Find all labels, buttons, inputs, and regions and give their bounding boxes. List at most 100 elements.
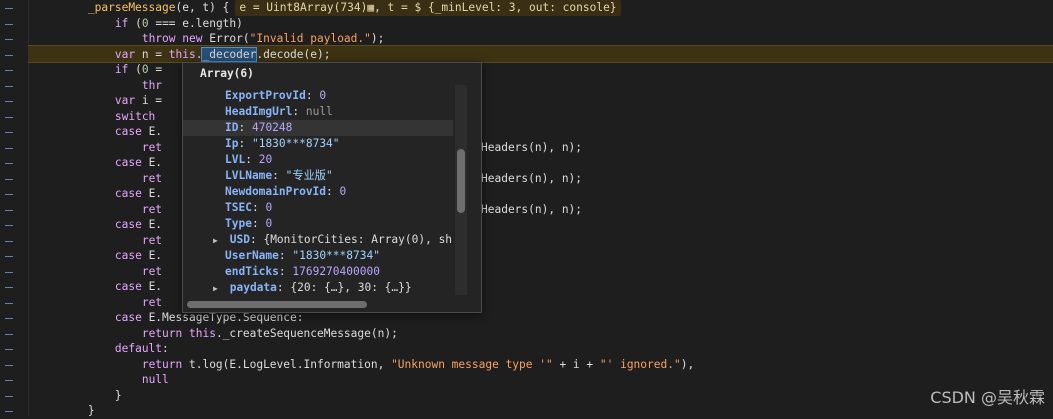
property-row[interactable]: NewdomainProvId: 0 [183, 184, 453, 200]
code-token: = [148, 63, 163, 76]
property-key: paydata [229, 281, 277, 294]
property-key: ID [225, 121, 239, 134]
code-token: i = [135, 94, 163, 107]
property-key: ExportProvId [225, 89, 306, 102]
property-value: 470248 [251, 121, 293, 134]
property-key: TSEC [225, 201, 252, 214]
property-value: 0 [265, 201, 273, 214]
code-token: this [168, 47, 196, 61]
popup-horizontal-scrollbar[interactable] [187, 301, 367, 308]
code-token: .decode(e); [256, 47, 331, 61]
code-line: case E. [115, 217, 162, 233]
inline-value-hint: e = Uint8Array(734)▦, t = $ {_minLevel: … [235, 0, 621, 16]
object-preview-popup[interactable]: Array(6) ExportProvId: 0 HeadImgUrl: null… [182, 62, 482, 313]
code-token: === e.length) [148, 16, 243, 30]
expand-triangle-icon[interactable]: ▶ [213, 233, 223, 249]
code-token: ret [141, 233, 163, 247]
property-row[interactable]: ID: 470248 [183, 120, 453, 136]
code-line: ret [142, 140, 162, 156]
code-line: throw new Error("Invalid payload."); [142, 31, 385, 47]
property-row[interactable]: LVL: 20 [183, 152, 453, 168]
code-line: _parseMessage(e, t) { e = Uint8Array(734)… [88, 0, 621, 16]
code-line: if (0 === e.length) [115, 16, 243, 32]
code-token: case [114, 280, 142, 293]
code-token: "Unknown message type '" [391, 357, 553, 371]
property-row[interactable]: HeadImgUrl: null [183, 104, 453, 120]
code-token: case [114, 187, 142, 200]
code-token: thr [141, 78, 163, 92]
property-row[interactable]: TSEC: 0 [183, 200, 453, 216]
code-token: if [114, 63, 129, 76]
code-token: "Invalid payload." [249, 32, 371, 45]
property-key: endTicks [225, 265, 279, 278]
code-line-tail: Headers(n), n); [481, 140, 583, 154]
code-token: return [141, 326, 183, 340]
property-row[interactable]: Ip: "1830***8734" [183, 136, 453, 152]
code-token: E. [141, 249, 163, 262]
code-token: 0 [141, 16, 149, 30]
code-token: (e, t) { [175, 1, 230, 14]
property-key: LVLName [225, 169, 273, 182]
property-row[interactable]: Type: 0 [183, 216, 453, 232]
code-token: ); [370, 32, 385, 45]
property-row[interactable]: ExportProvId: 0 [183, 88, 453, 104]
property-row[interactable]: LVLName: "专业版" [183, 168, 453, 184]
property-value: 1769270400000 [292, 265, 380, 278]
code-token: case [114, 311, 142, 324]
property-value: null [305, 105, 333, 118]
code-line-tail: Headers(n), n); [481, 171, 583, 185]
code-token: ), [680, 357, 695, 371]
code-token: + i + [552, 357, 600, 371]
code-line: thr [142, 78, 162, 94]
code-token: E. [141, 156, 163, 169]
code-line: var n = this._decoder.decode(e); [115, 46, 331, 63]
watermark: CSDN @吴秋霖 [930, 388, 1045, 407]
code-token: "' ignored." [599, 357, 681, 371]
property-value: "专业版" [285, 169, 333, 182]
property-value: {MonitorCities: Array(0), sh [263, 233, 453, 246]
code-line: ret [142, 202, 162, 218]
property-key: HeadImgUrl [225, 105, 293, 118]
code-token: ret [141, 264, 163, 278]
code-token: case [114, 156, 142, 169]
code-token: if [114, 16, 129, 30]
code-editor[interactable]: _parseMessage(e, t) { e = Uint8Array(734)… [0, 0, 1053, 419]
code-line: case E. [115, 279, 162, 295]
code-line: } [115, 388, 122, 404]
property-row[interactable]: endTicks: 1769270400000 [183, 264, 453, 280]
code-line: return this._createSequenceMessage(n); [142, 326, 398, 342]
code-line: if (0 = [115, 62, 162, 78]
property-row[interactable]: ▶ paydata: {20: {…}, 30: {…}} [183, 280, 453, 296]
code-line: case E. [115, 124, 162, 140]
code-token: switch [114, 109, 156, 123]
code-token: case [114, 125, 142, 138]
code-token: E. [141, 187, 163, 200]
code-token: var [114, 94, 136, 107]
property-key: USD [229, 233, 250, 246]
code-token: case [114, 218, 142, 231]
code-line: ret [142, 233, 162, 249]
code-token: t.log(E.LogLevel.Information, [182, 357, 392, 371]
code-line: return t.log(E.LogLevel.Information, "Un… [142, 357, 694, 373]
code-token: } [114, 388, 122, 402]
code-token: _parseMessage [87, 1, 176, 14]
code-token: } [87, 404, 95, 417]
code-token: n = [135, 47, 169, 61]
code-line: null [142, 372, 169, 388]
property-value: 20 [258, 153, 273, 166]
code-line: } [88, 403, 95, 419]
code-token: ret [141, 140, 163, 154]
property-row[interactable]: ▶ USD: {MonitorCities: Array(0), sh [183, 232, 453, 248]
expand-triangle-icon[interactable]: ▶ [213, 281, 223, 297]
code-token: ( [128, 16, 142, 30]
property-value: 0 [265, 217, 273, 230]
property-row[interactable]: UserName: "1830***8734" [183, 248, 453, 264]
code-line: default: [115, 341, 169, 357]
code-line: ret [142, 171, 162, 187]
property-key: UserName [225, 249, 279, 262]
code-token: this [189, 326, 216, 340]
popup-scroll-thumb[interactable] [457, 149, 465, 213]
property-key: Ip [225, 137, 239, 150]
code-token: ret [141, 171, 163, 185]
